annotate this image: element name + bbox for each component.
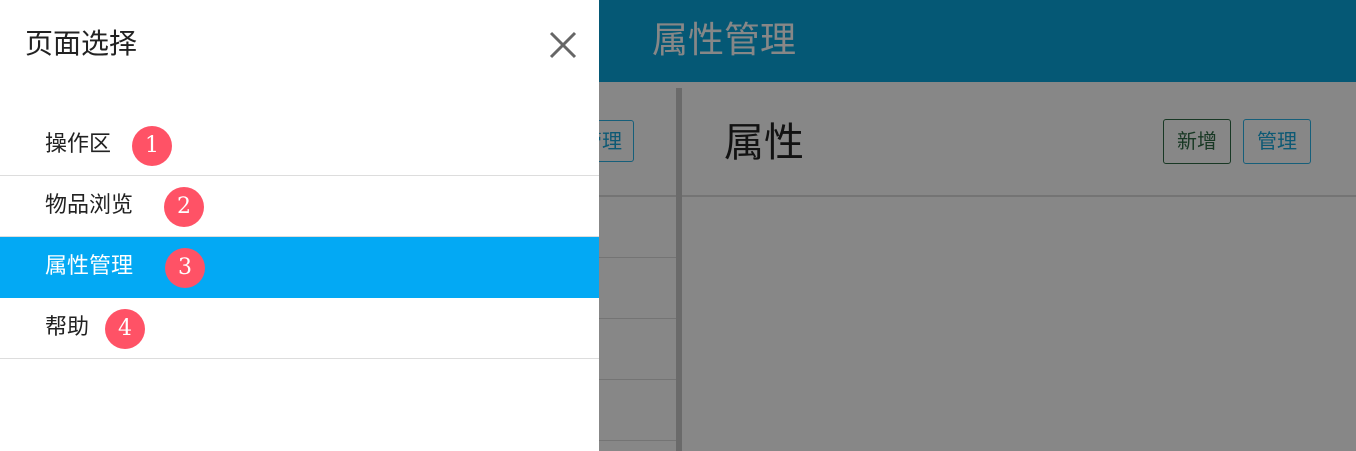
page-select-drawer: 页面选择 操作区 1 物品浏览 2 属性管理 3 帮助 4 <box>0 0 599 451</box>
drawer-title: 页面选择 <box>25 27 138 60</box>
menu-item-item-browse[interactable]: 物品浏览 2 <box>0 176 599 237</box>
close-icon <box>549 31 577 59</box>
menu-item-badge: 1 <box>132 126 172 166</box>
menu-item-attribute-management[interactable]: 属性管理 3 <box>0 237 599 298</box>
menu-item-label: 操作区 <box>45 132 112 157</box>
app-root: 属性管理 管理 属性 新增 管理 页面选择 操作区 1 物品浏览 2 属性管理 … <box>0 0 1356 451</box>
menu-item-label: 物品浏览 <box>45 193 134 218</box>
close-button[interactable] <box>545 27 581 63</box>
menu-item-badge: 2 <box>164 187 204 227</box>
menu-item-badge: 3 <box>165 248 205 288</box>
menu-item-label: 帮助 <box>45 315 90 340</box>
menu-item-badge: 4 <box>105 309 145 349</box>
menu-item-operation-area[interactable]: 操作区 1 <box>0 115 599 176</box>
menu-item-help[interactable]: 帮助 4 <box>0 298 599 359</box>
menu-item-label: 属性管理 <box>45 254 134 279</box>
